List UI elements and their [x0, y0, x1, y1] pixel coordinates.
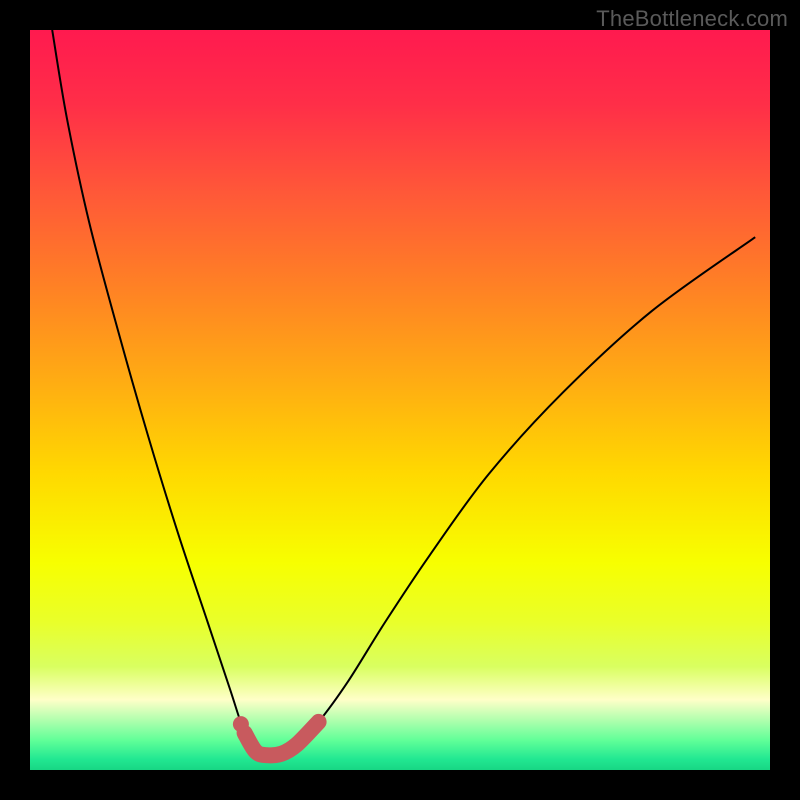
- curve-highlight-segment: [245, 722, 319, 755]
- bottleneck-curve: [30, 30, 770, 770]
- curve-path: [52, 30, 755, 755]
- plot-area: [30, 30, 770, 770]
- watermark-text: TheBottleneck.com: [596, 6, 788, 32]
- app-frame: TheBottleneck.com: [0, 0, 800, 800]
- curve-marker-dot: [233, 716, 249, 732]
